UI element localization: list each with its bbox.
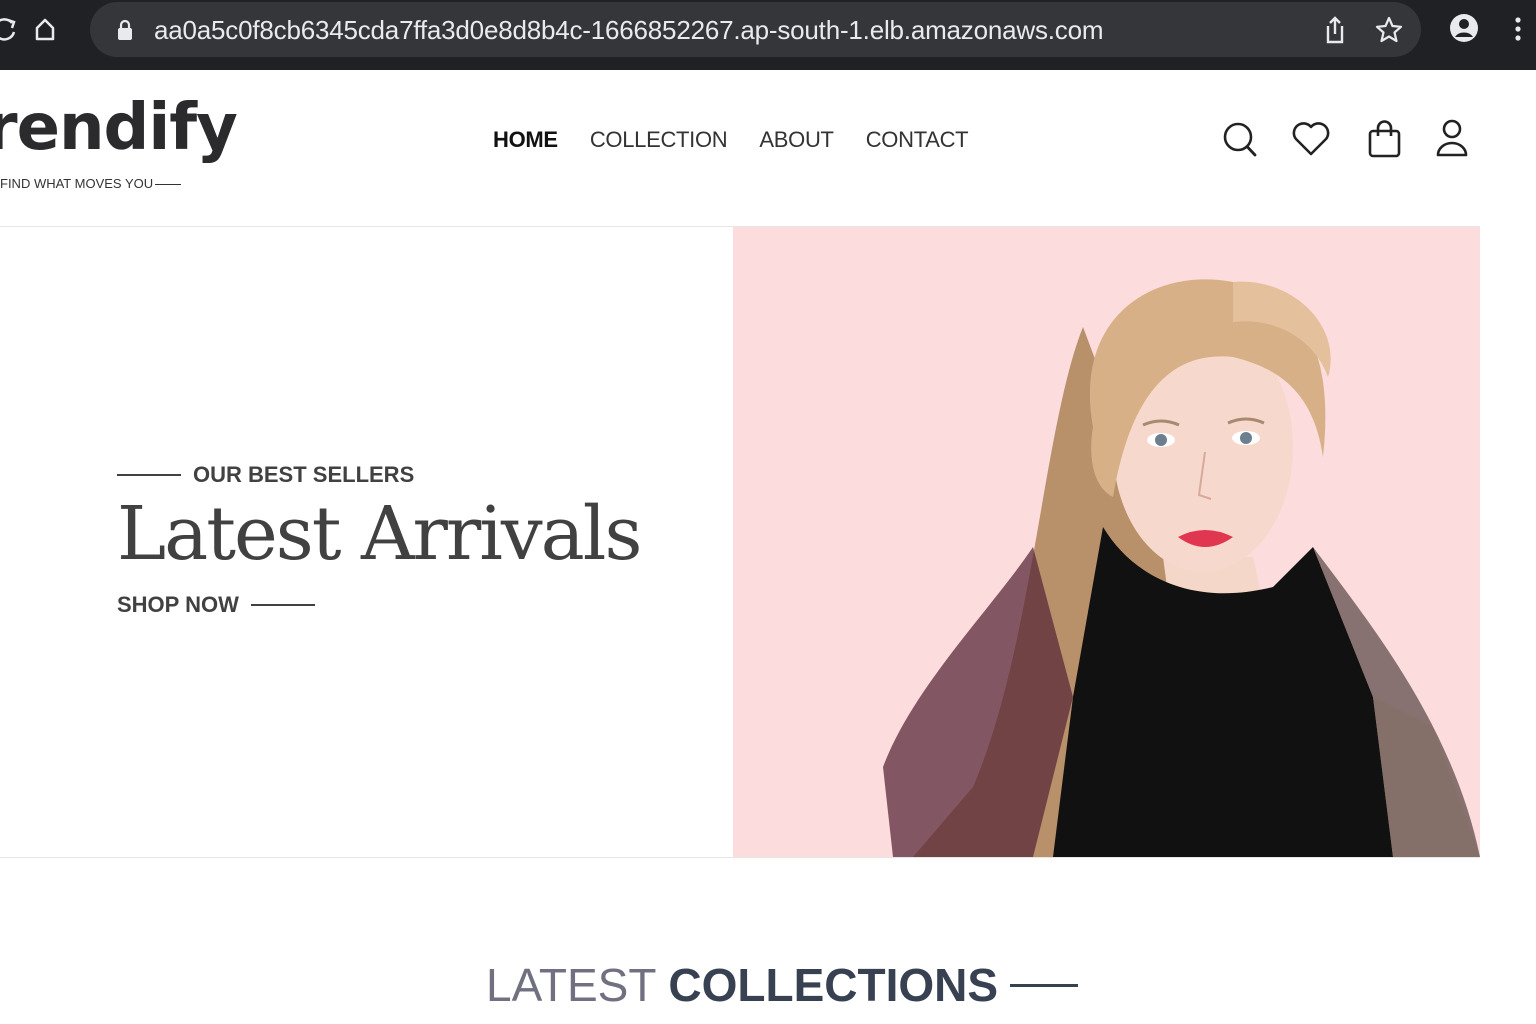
browser-toolbar: aa0a5c0f8cb6345cda7ffa3d0e8d8b4c-1666852… [0, 0, 1536, 70]
section-title-part1: LATEST [486, 959, 657, 1011]
menu-icon[interactable] [1512, 16, 1536, 46]
nav-collection[interactable]: COLLECTION [590, 127, 728, 153]
nav-about[interactable]: ABOUT [759, 127, 834, 153]
eyebrow-text: OUR BEST SELLERS [193, 462, 415, 487]
shop-now-line [250, 603, 315, 606]
shop-now-link[interactable]: SHOP NOW [117, 592, 640, 618]
shop-now-label[interactable]: SHOP NOW [117, 592, 239, 618]
hero-title: Latest Arrivals [117, 491, 642, 577]
share-icon[interactable] [1320, 14, 1350, 51]
nav-home[interactable]: HOME [493, 127, 558, 153]
model-photo [733, 227, 1480, 857]
nav-contact[interactable]: CONTACT [866, 127, 969, 153]
main-nav: HOME COLLECTION ABOUT CONTACT [493, 127, 969, 153]
profile-icon[interactable] [1448, 12, 1478, 42]
heart-icon[interactable] [1290, 118, 1330, 160]
refresh-icon[interactable] [0, 14, 20, 44]
star-icon[interactable] [1374, 15, 1404, 50]
search-icon[interactable] [1220, 118, 1260, 160]
tagline-text: FIND WHAT MOVES YOU [0, 176, 154, 191]
tagline: FIND WHAT MOVES YOU [0, 176, 182, 191]
eyebrow-line [117, 474, 181, 476]
address-bar[interactable]: aa0a5c0f8cb6345cda7ffa3d0e8d8b4c-1666852… [90, 2, 1421, 57]
hero-divider [0, 857, 1480, 858]
section-title-line [1010, 983, 1079, 987]
site-logo[interactable]: rendify [0, 96, 238, 160]
hero-eyebrow: OUR BEST SELLERS [117, 462, 640, 488]
home-icon[interactable] [30, 14, 60, 44]
bag-icon[interactable] [1366, 118, 1406, 160]
latest-collections-heading: LATEST COLLECTIONS [486, 958, 1079, 1012]
user-icon[interactable] [1433, 118, 1473, 160]
hero-text: OUR BEST SELLERS Latest Arrivals SHOP NO… [117, 462, 642, 618]
section-title-part2: COLLECTIONS [668, 959, 999, 1011]
url-text[interactable]: aa0a5c0f8cb6345cda7ffa3d0e8d8b4c-1666852… [154, 15, 1104, 46]
tagline-dash [155, 183, 182, 186]
hero-image [733, 227, 1480, 857]
lock-icon [116, 19, 134, 46]
